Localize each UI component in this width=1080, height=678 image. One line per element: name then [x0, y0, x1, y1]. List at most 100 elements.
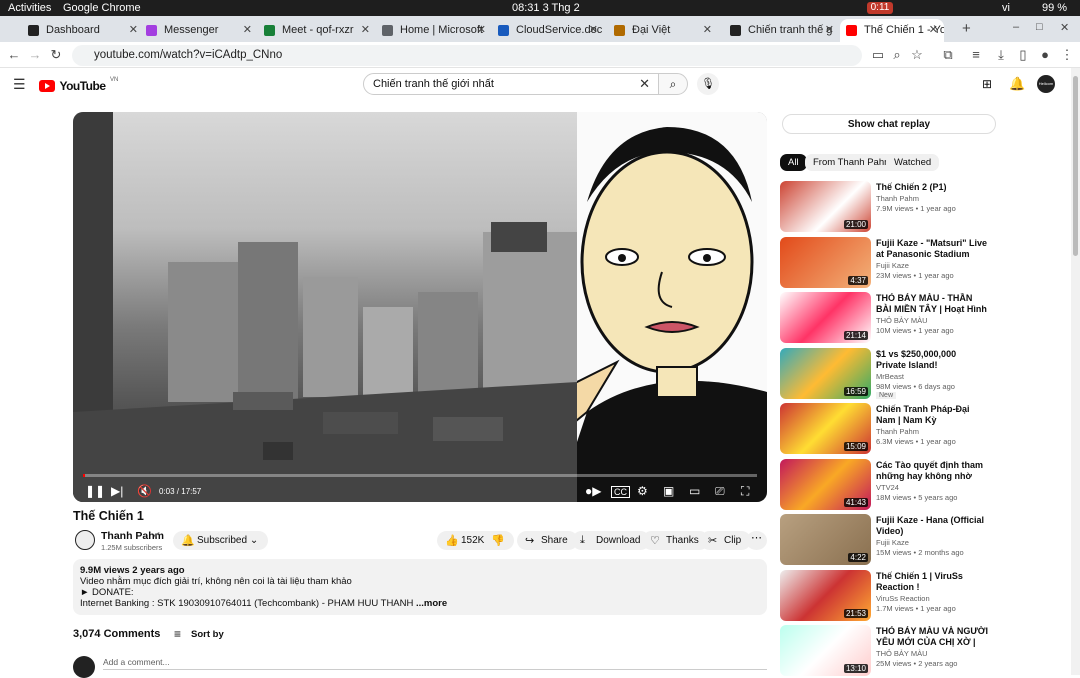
download-icon[interactable]: ⤓ [993, 47, 1009, 63]
recommended-channel[interactable]: MrBeast [876, 372, 904, 381]
cast-icon[interactable]: ▭ [870, 47, 886, 63]
recommended-video[interactable]: 15:09 Chiến Tranh Pháp-Đại Nam | Nam Kỳ Th… [780, 403, 1000, 455]
close-tab-icon[interactable]: ✕ [825, 23, 834, 36]
close-tab-icon[interactable]: ✕ [589, 23, 598, 36]
activities-button[interactable]: Activities [8, 2, 51, 14]
video-thumbnail[interactable]: 16:59 [780, 347, 871, 399]
recommended-title[interactable]: Thế Chiến 2 (P1) [876, 182, 988, 193]
browser-tab[interactable]: Thế Chiến 1 - You ✕ [840, 19, 944, 42]
recommended-video[interactable]: 4:22 Fujii Kaze - Hana (Official Video) Fu… [780, 514, 1000, 566]
video-thumbnail[interactable]: 21:00 [780, 181, 871, 232]
recommended-title[interactable]: THỎ BẢY MÀU VÀ NGƯỜI YÊU MỚI CỦA CHỊ XỜ … [876, 626, 988, 648]
captions-icon[interactable]: CC [611, 486, 630, 498]
recommended-video[interactable]: 21:53 Thế Chiến 1 | ViruSs Reaction ! Viru… [780, 569, 1000, 622]
scrollbar-thumb[interactable] [1073, 76, 1078, 256]
mute-icon[interactable]: 🔇 [137, 484, 152, 498]
video-player[interactable]: ❚❚ ▶| 🔇 0:03 / 17:57 ●▶ CC ⚙ ▣ ▭ ⎚ ⛶ [73, 112, 767, 502]
channel-avatar[interactable] [75, 530, 95, 550]
recommended-channel[interactable]: Fujii Kaze [876, 538, 909, 547]
settings-gear-icon[interactable]: ⚙ [637, 484, 648, 498]
bookmark-star-icon[interactable]: ☆ [909, 47, 925, 63]
hamburger-menu-icon[interactable]: ☰ [13, 76, 26, 93]
recommended-channel[interactable]: Thanh Pahm [876, 194, 919, 203]
browser-tab[interactable]: Messenger ✕ [140, 19, 258, 42]
download-button[interactable]: ⤓ Download [572, 531, 651, 550]
side-panel-icon[interactable]: ▯ [1015, 47, 1031, 63]
browser-tab[interactable]: Meet - qof-rxzr ✕ [258, 19, 376, 42]
video-thumbnail[interactable]: 41:43 [780, 458, 871, 510]
search-input[interactable]: Chiến tranh thế giới nhất ✕ [363, 73, 659, 95]
create-video-icon[interactable]: ⊞ [982, 77, 992, 91]
subscribed-button[interactable]: 🔔 Subscribed ⌄ [173, 531, 269, 550]
miniplayer-icon[interactable]: ▣ [663, 484, 674, 498]
recommended-title[interactable]: Fujii Kaze - "Matsuri" Live at Panasonic… [876, 238, 988, 260]
sort-by-button[interactable]: Sort by [191, 629, 224, 640]
voice-search-button[interactable]: 🎙 [697, 73, 719, 95]
new-tab-icon[interactable]: + [962, 20, 971, 37]
description-box[interactable]: 9.9M views 2 years ago Video nhằm mục đí… [73, 559, 767, 615]
notifications-bell-icon[interactable]: 🔔 [1009, 76, 1025, 92]
clear-search-icon[interactable]: ✕ [639, 76, 650, 92]
dislike-button[interactable]: 👎 [485, 531, 511, 550]
show-chat-replay-button[interactable]: Show chat replay [782, 114, 996, 134]
add-comment-input[interactable]: Add a comment... [103, 657, 170, 667]
recommended-channel[interactable]: Thanh Pahm [876, 427, 919, 436]
recommended-title[interactable]: THỎ BẢY MÀU - THẦN BÀI MIỀN TÂY | Hoạt H… [876, 293, 988, 315]
show-more-link[interactable]: ...more [416, 598, 447, 609]
search-button[interactable]: ⌕ [658, 73, 688, 95]
browser-tab[interactable]: Đại Việt ✕ [608, 19, 718, 42]
address-bar[interactable]: youtube.com/watch?v=iCAdtp_CNno [72, 45, 862, 66]
recommended-video[interactable]: 16:59 $1 vs $250,000,000 Private Island! M… [780, 347, 1000, 400]
recommended-video[interactable]: 21:00 Thế Chiến 2 (P1) Thanh Pahm 7.9M view… [780, 181, 1000, 233]
recommended-title[interactable]: Chiến Tranh Pháp-Đại Nam | Nam Kỳ [876, 404, 988, 426]
browser-tab[interactable]: CloudService.doc ✕ [492, 19, 604, 42]
chip-watched[interactable]: Watched [886, 154, 940, 171]
theater-mode-icon[interactable]: ▭ [689, 484, 700, 498]
recommended-channel[interactable]: THỎ BẢY MÀU [876, 316, 928, 325]
close-tab-icon[interactable]: ✕ [129, 23, 138, 36]
pause-icon[interactable]: ❚❚ [85, 484, 105, 498]
browser-tab[interactable]: Home | Microsoft ✕ [376, 19, 492, 42]
clock[interactable]: 08:31 3 Thg 2 [512, 2, 580, 14]
next-video-icon[interactable]: ▶| [111, 484, 123, 498]
close-tab-icon[interactable]: ✕ [703, 23, 712, 36]
recommended-title[interactable]: Thế Chiến 1 | ViruSs Reaction ! [876, 571, 988, 593]
recommended-channel[interactable]: VTV24 [876, 483, 899, 492]
maximize-window-icon[interactable]: □ [1036, 21, 1043, 33]
recommended-title[interactable]: $1 vs $250,000,000 Private Island! [876, 349, 988, 371]
cast-to-tv-icon[interactable]: ⎚ [715, 484, 725, 499]
fullscreen-icon[interactable]: ⛶ [741, 484, 749, 499]
more-actions-button[interactable]: ⋯ [746, 531, 767, 550]
profile-icon[interactable]: ● [1037, 47, 1053, 62]
thanks-button[interactable]: ♡ Thanks [642, 531, 709, 550]
close-tab-icon[interactable]: ✕ [477, 23, 486, 36]
chrome-menu-icon[interactable]: ⋮ [1059, 47, 1075, 63]
chip-all[interactable]: All [780, 154, 807, 171]
forward-icon[interactable]: → [27, 47, 43, 62]
video-thumbnail[interactable]: 13:10 [780, 625, 871, 676]
minimize-window-icon[interactable]: – [1013, 21, 1019, 33]
back-icon[interactable]: ← [6, 47, 22, 62]
video-thumbnail[interactable]: 4:37 [780, 236, 871, 288]
screen-record-timer[interactable]: 0:11 [867, 2, 893, 14]
close-tab-icon[interactable]: ✕ [361, 23, 370, 36]
reload-icon[interactable]: ↻ [48, 47, 64, 63]
recommended-video[interactable]: 4:37 Fujii Kaze - "Matsuri" Live at Panas… [780, 236, 1000, 289]
extensions-icon[interactable]: ⧉ [940, 47, 956, 63]
recommended-video[interactable]: 41:43 Các Tào quyết định tham những hay k… [780, 458, 1000, 511]
video-thumbnail[interactable]: 15:09 [780, 403, 871, 454]
browser-tab[interactable]: Chiến tranh thế g ✕ [724, 19, 840, 42]
recommended-channel[interactable]: THỎ BẢY MÀU [876, 649, 928, 658]
recommended-channel[interactable]: Fujii Kaze [876, 261, 909, 270]
page-scrollbar[interactable] [1071, 68, 1080, 675]
video-thumbnail[interactable]: 21:53 [780, 569, 871, 621]
clip-button[interactable]: ✂ Clip [700, 531, 752, 550]
close-window-icon[interactable]: ✕ [1060, 21, 1069, 34]
zoom-icon[interactable]: ⌕ [889, 47, 905, 63]
recommended-channel[interactable]: ViruSs Reaction [876, 594, 930, 603]
close-tab-icon[interactable]: ✕ [929, 23, 938, 36]
account-avatar[interactable]: Hellcom [1037, 75, 1055, 93]
video-thumbnail[interactable]: 4:22 [780, 514, 871, 565]
language-indicator[interactable]: vi [1002, 2, 1010, 14]
share-button[interactable]: ↪ Share [517, 531, 578, 550]
